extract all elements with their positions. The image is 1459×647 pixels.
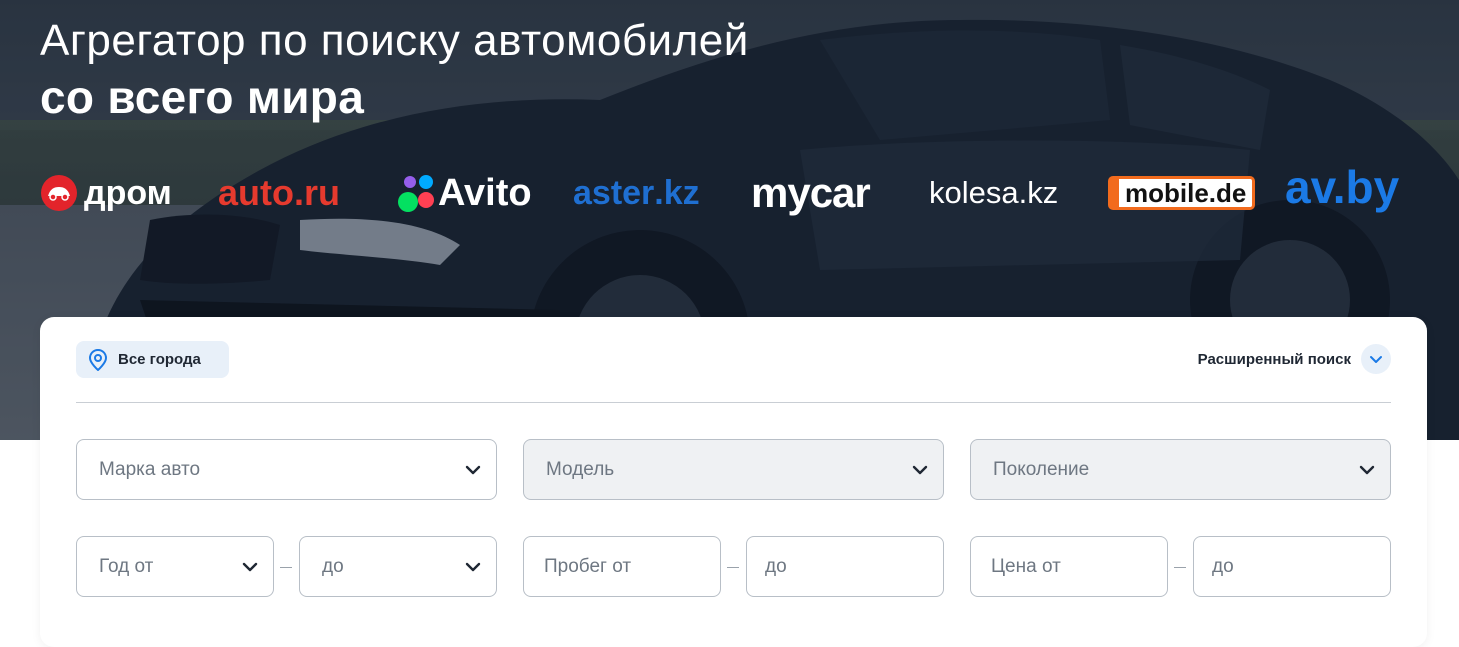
- kolesa-logo-text: kolesa.kz: [929, 175, 1059, 210]
- year-to-select[interactable]: до: [299, 536, 497, 597]
- city-selector-button[interactable]: Все города: [76, 341, 229, 378]
- chevron-down-icon: [1359, 465, 1375, 475]
- range-dash: [280, 567, 292, 568]
- avito-dots-icon: [398, 175, 434, 212]
- generation-select[interactable]: Поколение: [970, 439, 1391, 500]
- chevron-down-icon: [465, 465, 481, 475]
- year-from-placeholder: Год от: [99, 555, 154, 577]
- range-dash: [1174, 567, 1186, 568]
- logo-aster[interactable]: aster .kz: [573, 168, 700, 218]
- brand-select-placeholder: Марка авто: [99, 458, 201, 480]
- generation-select-placeholder: Поколение: [993, 458, 1090, 480]
- avby-logo-text: av.by: [1285, 161, 1400, 213]
- chevron-down-icon: [242, 562, 258, 572]
- partner-logos: дром auto.ru Avito aster .kz mycar koles…: [0, 161, 1459, 218]
- model-select[interactable]: Модель: [523, 439, 944, 500]
- drom-logo-text: дром: [84, 173, 172, 212]
- hero-title-line2: со всего мира: [40, 71, 365, 123]
- advanced-search-toggle[interactable]: Расширенный поиск: [1198, 344, 1391, 374]
- logo-avby[interactable]: av.by: [1285, 161, 1400, 213]
- logo-kolesa[interactable]: kolesa.kz: [929, 168, 1058, 218]
- logo-mobilede[interactable]: mobile .de: [1108, 168, 1256, 218]
- price-from-input[interactable]: Цена от: [970, 536, 1168, 597]
- mobilede-logo-text: mobile: [1125, 177, 1209, 208]
- logo-drom[interactable]: дром: [40, 168, 172, 218]
- aster-logo-text: aster: [573, 173, 655, 212]
- price-to-placeholder: до: [1212, 555, 1234, 577]
- chevron-down-icon: [465, 562, 481, 572]
- avito-logo-text: Avito: [438, 171, 532, 214]
- search-card: Все города Расширенный поиск Марка авто …: [40, 317, 1427, 647]
- advanced-search-label: Расширенный поиск: [1197, 350, 1351, 368]
- price-from-placeholder: Цена от: [991, 555, 1061, 577]
- drom-logo-icon: [41, 175, 77, 211]
- logo-mycar[interactable]: mycar: [751, 168, 871, 218]
- logo-autoru[interactable]: auto.ru: [218, 168, 340, 218]
- logo-avito[interactable]: Avito: [396, 168, 532, 218]
- model-select-placeholder: Модель: [546, 458, 615, 480]
- mobilede-logo-suffix: .de: [1208, 177, 1247, 208]
- mileage-from-input[interactable]: Пробег от: [523, 536, 721, 597]
- mycar-logo-text: mycar: [751, 169, 871, 216]
- card-divider: [76, 402, 1391, 403]
- autoru-logo-text: auto.ru: [218, 172, 340, 213]
- year-from-select[interactable]: Год от: [76, 536, 274, 597]
- mileage-from-placeholder: Пробег от: [544, 555, 632, 577]
- chevron-down-icon: [912, 465, 928, 475]
- mileage-to-placeholder: до: [765, 555, 787, 577]
- year-to-placeholder: до: [322, 555, 344, 577]
- brand-select[interactable]: Марка авто: [76, 439, 497, 500]
- aster-logo-suffix: .kz: [654, 173, 700, 212]
- mileage-to-input[interactable]: до: [746, 536, 944, 597]
- mobilede-logo-box: mobile .de: [1108, 176, 1256, 210]
- mobilede-logo-stripe: [1111, 179, 1119, 207]
- hero-title-line1: Агрегатор по поиску автомобилей: [40, 16, 749, 65]
- city-selector-label: Все города: [118, 351, 201, 368]
- location-pin-icon: [88, 348, 108, 371]
- advanced-search-chevron[interactable]: [1361, 344, 1391, 374]
- price-to-input[interactable]: до: [1193, 536, 1391, 597]
- chevron-down-icon: [1370, 355, 1382, 363]
- range-dash: [727, 567, 739, 568]
